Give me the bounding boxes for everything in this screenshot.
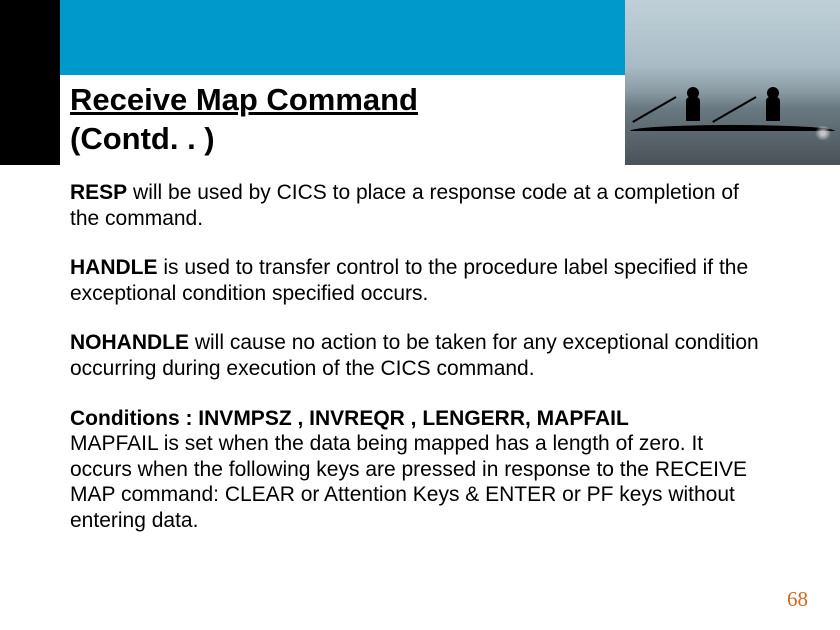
page-number: 68 [787,587,808,612]
keyword-nohandle: NOHANDLE [70,331,189,354]
text-conditions: MAPFAIL is set when the data being mappe… [70,432,747,532]
paragraph-handle: HANDLE is used to transfer control to th… [70,255,770,306]
text-resp: will be used by CICS to place a response… [70,181,739,230]
text-handle: is used to transfer control to the proce… [70,256,748,305]
keyword-conditions: Conditions : INVMPSZ , INVREQR , LENGERR… [70,407,629,430]
header-accent [0,0,60,165]
slide-title: Receive Map Command (Contd. . ) [60,75,625,169]
paragraph-resp: RESP will be used by CICS to place a res… [70,180,770,231]
title-line-2: (Contd. . ) [70,121,215,156]
slide-body: RESP will be used by CICS to place a res… [70,180,770,558]
keyword-handle: HANDLE [70,256,158,279]
paragraph-nohandle: NOHANDLE will cause no action to be take… [70,330,770,381]
title-line-1: Receive Map Command [70,82,418,117]
header-image [625,0,840,165]
keyword-resp: RESP [70,181,127,204]
paragraph-conditions: Conditions : INVMPSZ , INVREQR , LENGERR… [70,406,770,534]
